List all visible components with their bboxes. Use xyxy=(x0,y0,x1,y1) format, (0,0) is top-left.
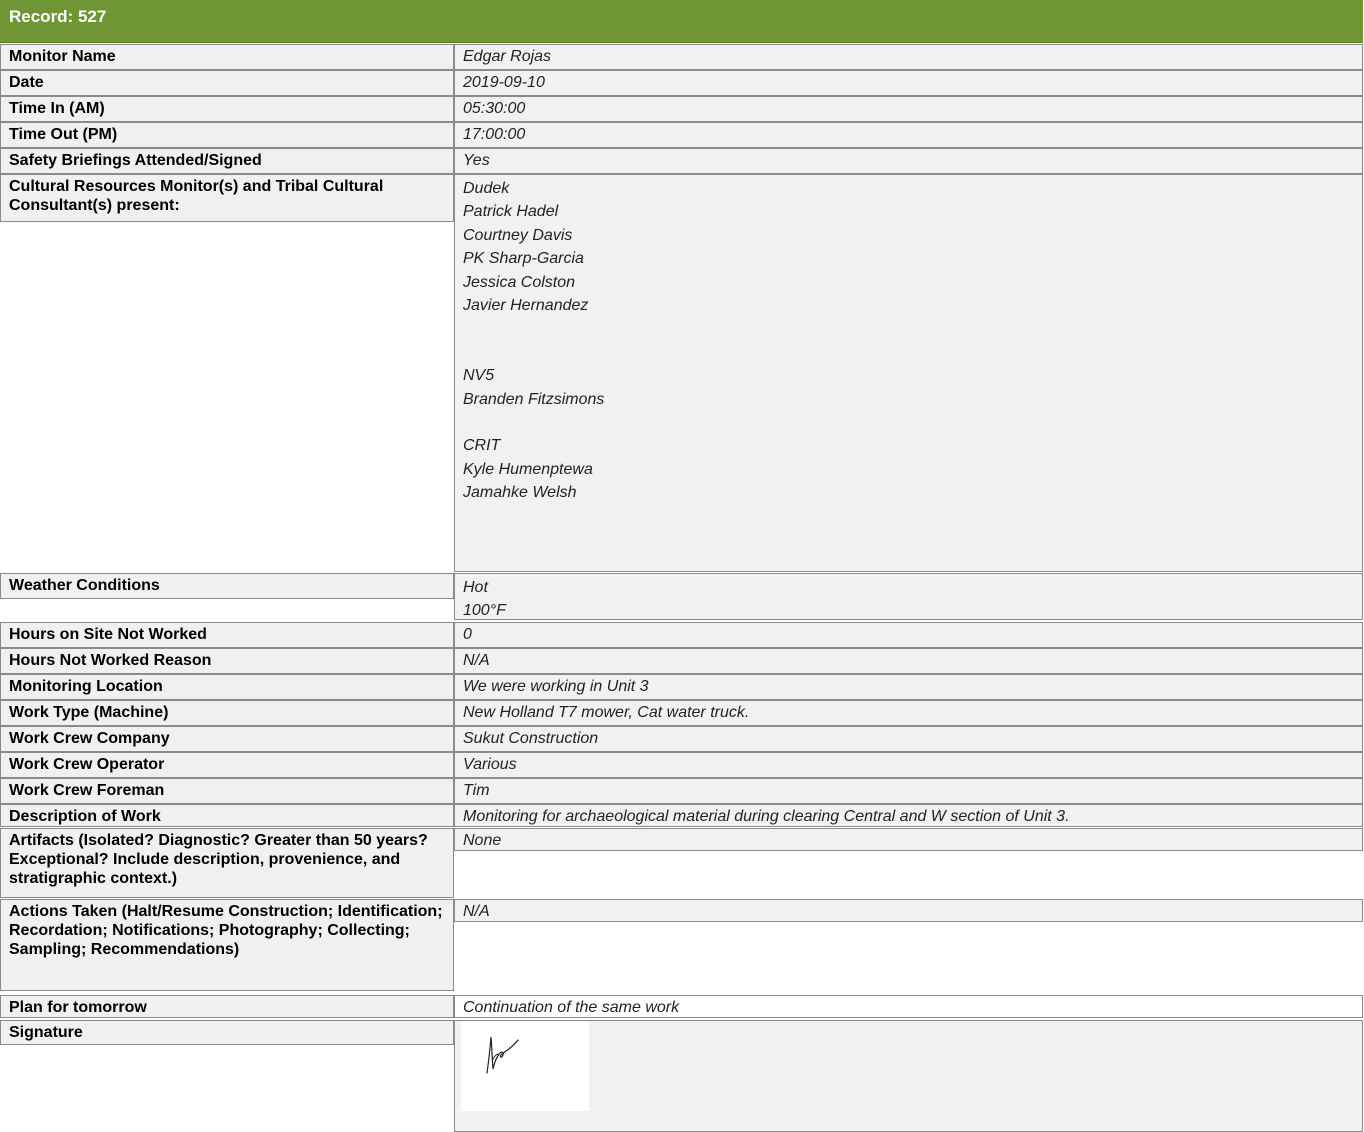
hours-not-worked-value: 0 xyxy=(454,622,1363,648)
cultural-line: Patrick Hadel xyxy=(463,203,559,221)
hours-reason-label: Hours Not Worked Reason xyxy=(0,648,454,674)
weather-line: Hot xyxy=(463,579,488,596)
monitoring-location-value: We were working in Unit 3 xyxy=(454,674,1363,700)
crew-operator-value: Various xyxy=(454,752,1363,778)
description-label: Description of Work xyxy=(0,804,454,827)
weather-value: Hot 100°F xyxy=(454,573,1363,620)
weather-label: Weather Conditions xyxy=(0,573,454,599)
time-out-label: Time Out (PM) xyxy=(0,122,454,148)
crew-foreman-label: Work Crew Foreman xyxy=(0,778,454,804)
monitor-name-value: Edgar Rojas xyxy=(454,44,1363,70)
actions-taken-value: N/A xyxy=(454,899,1363,922)
cultural-line xyxy=(463,317,1355,340)
description-value: Monitoring for archaeological material d… xyxy=(454,804,1363,827)
crew-operator-label: Work Crew Operator xyxy=(0,752,454,778)
weather-line: 100°F xyxy=(463,602,506,620)
cultural-line: CRIT xyxy=(463,437,501,455)
date-value: 2019-09-10 xyxy=(454,70,1363,96)
time-out-value: 17:00:00 xyxy=(454,122,1363,148)
crew-company-value: Sukut Construction xyxy=(454,726,1363,752)
signature-image xyxy=(461,1021,589,1111)
cultural-line xyxy=(463,341,1355,364)
plan-value: Continuation of the same work xyxy=(454,995,1363,1018)
record-header: Record: 527 xyxy=(0,0,1363,43)
cultural-line: PK Sharp-Garcia xyxy=(463,250,584,268)
hours-reason-value: N/A xyxy=(454,648,1363,674)
time-in-label: Time In (AM) xyxy=(0,96,454,122)
cultural-line: Courtney Davis xyxy=(463,226,573,244)
cultural-line: Branden Fitzsimons xyxy=(463,390,605,408)
plan-label: Plan for tomorrow xyxy=(0,995,454,1018)
signature-label: Signature xyxy=(0,1020,454,1045)
cultural-monitors-value: Dudek Patrick Hadel Courtney Davis PK Sh… xyxy=(454,174,1363,572)
cultural-line: Jamahke Welsh xyxy=(463,484,577,502)
cultural-line: Jessica Colston xyxy=(463,273,576,291)
crew-foreman-value: Tim xyxy=(454,778,1363,804)
artifacts-value: None xyxy=(454,828,1363,851)
cultural-line xyxy=(463,411,1355,434)
record-title: Record: 527 xyxy=(9,7,107,26)
work-type-label: Work Type (Machine) xyxy=(0,700,454,726)
cultural-line: Dudek xyxy=(463,180,510,197)
signature-value xyxy=(454,1020,1363,1132)
monitor-name-label: Monitor Name xyxy=(0,44,454,70)
crew-company-label: Work Crew Company xyxy=(0,726,454,752)
safety-value: Yes xyxy=(454,148,1363,174)
hours-not-worked-label: Hours on Site Not Worked xyxy=(0,622,454,648)
actions-taken-label: Actions Taken (Halt/Resume Construction;… xyxy=(0,899,454,991)
artifacts-label: Artifacts (Isolated? Diagnostic? Greater… xyxy=(0,828,454,898)
cultural-line: Javier Hernandez xyxy=(463,297,589,315)
work-type-value: New Holland T7 mower, Cat water truck. xyxy=(454,700,1363,726)
cultural-line: NV5 xyxy=(463,367,495,385)
cultural-monitors-label: Cultural Resources Monitor(s) and Tribal… xyxy=(0,174,454,222)
monitoring-location-label: Monitoring Location xyxy=(0,674,454,700)
cultural-line: Kyle Humenptewa xyxy=(463,460,593,478)
signature-scribble xyxy=(486,1036,519,1074)
safety-label: Safety Briefings Attended/Signed xyxy=(0,148,454,174)
date-label: Date xyxy=(0,70,454,96)
time-in-value: 05:30:00 xyxy=(454,96,1363,122)
